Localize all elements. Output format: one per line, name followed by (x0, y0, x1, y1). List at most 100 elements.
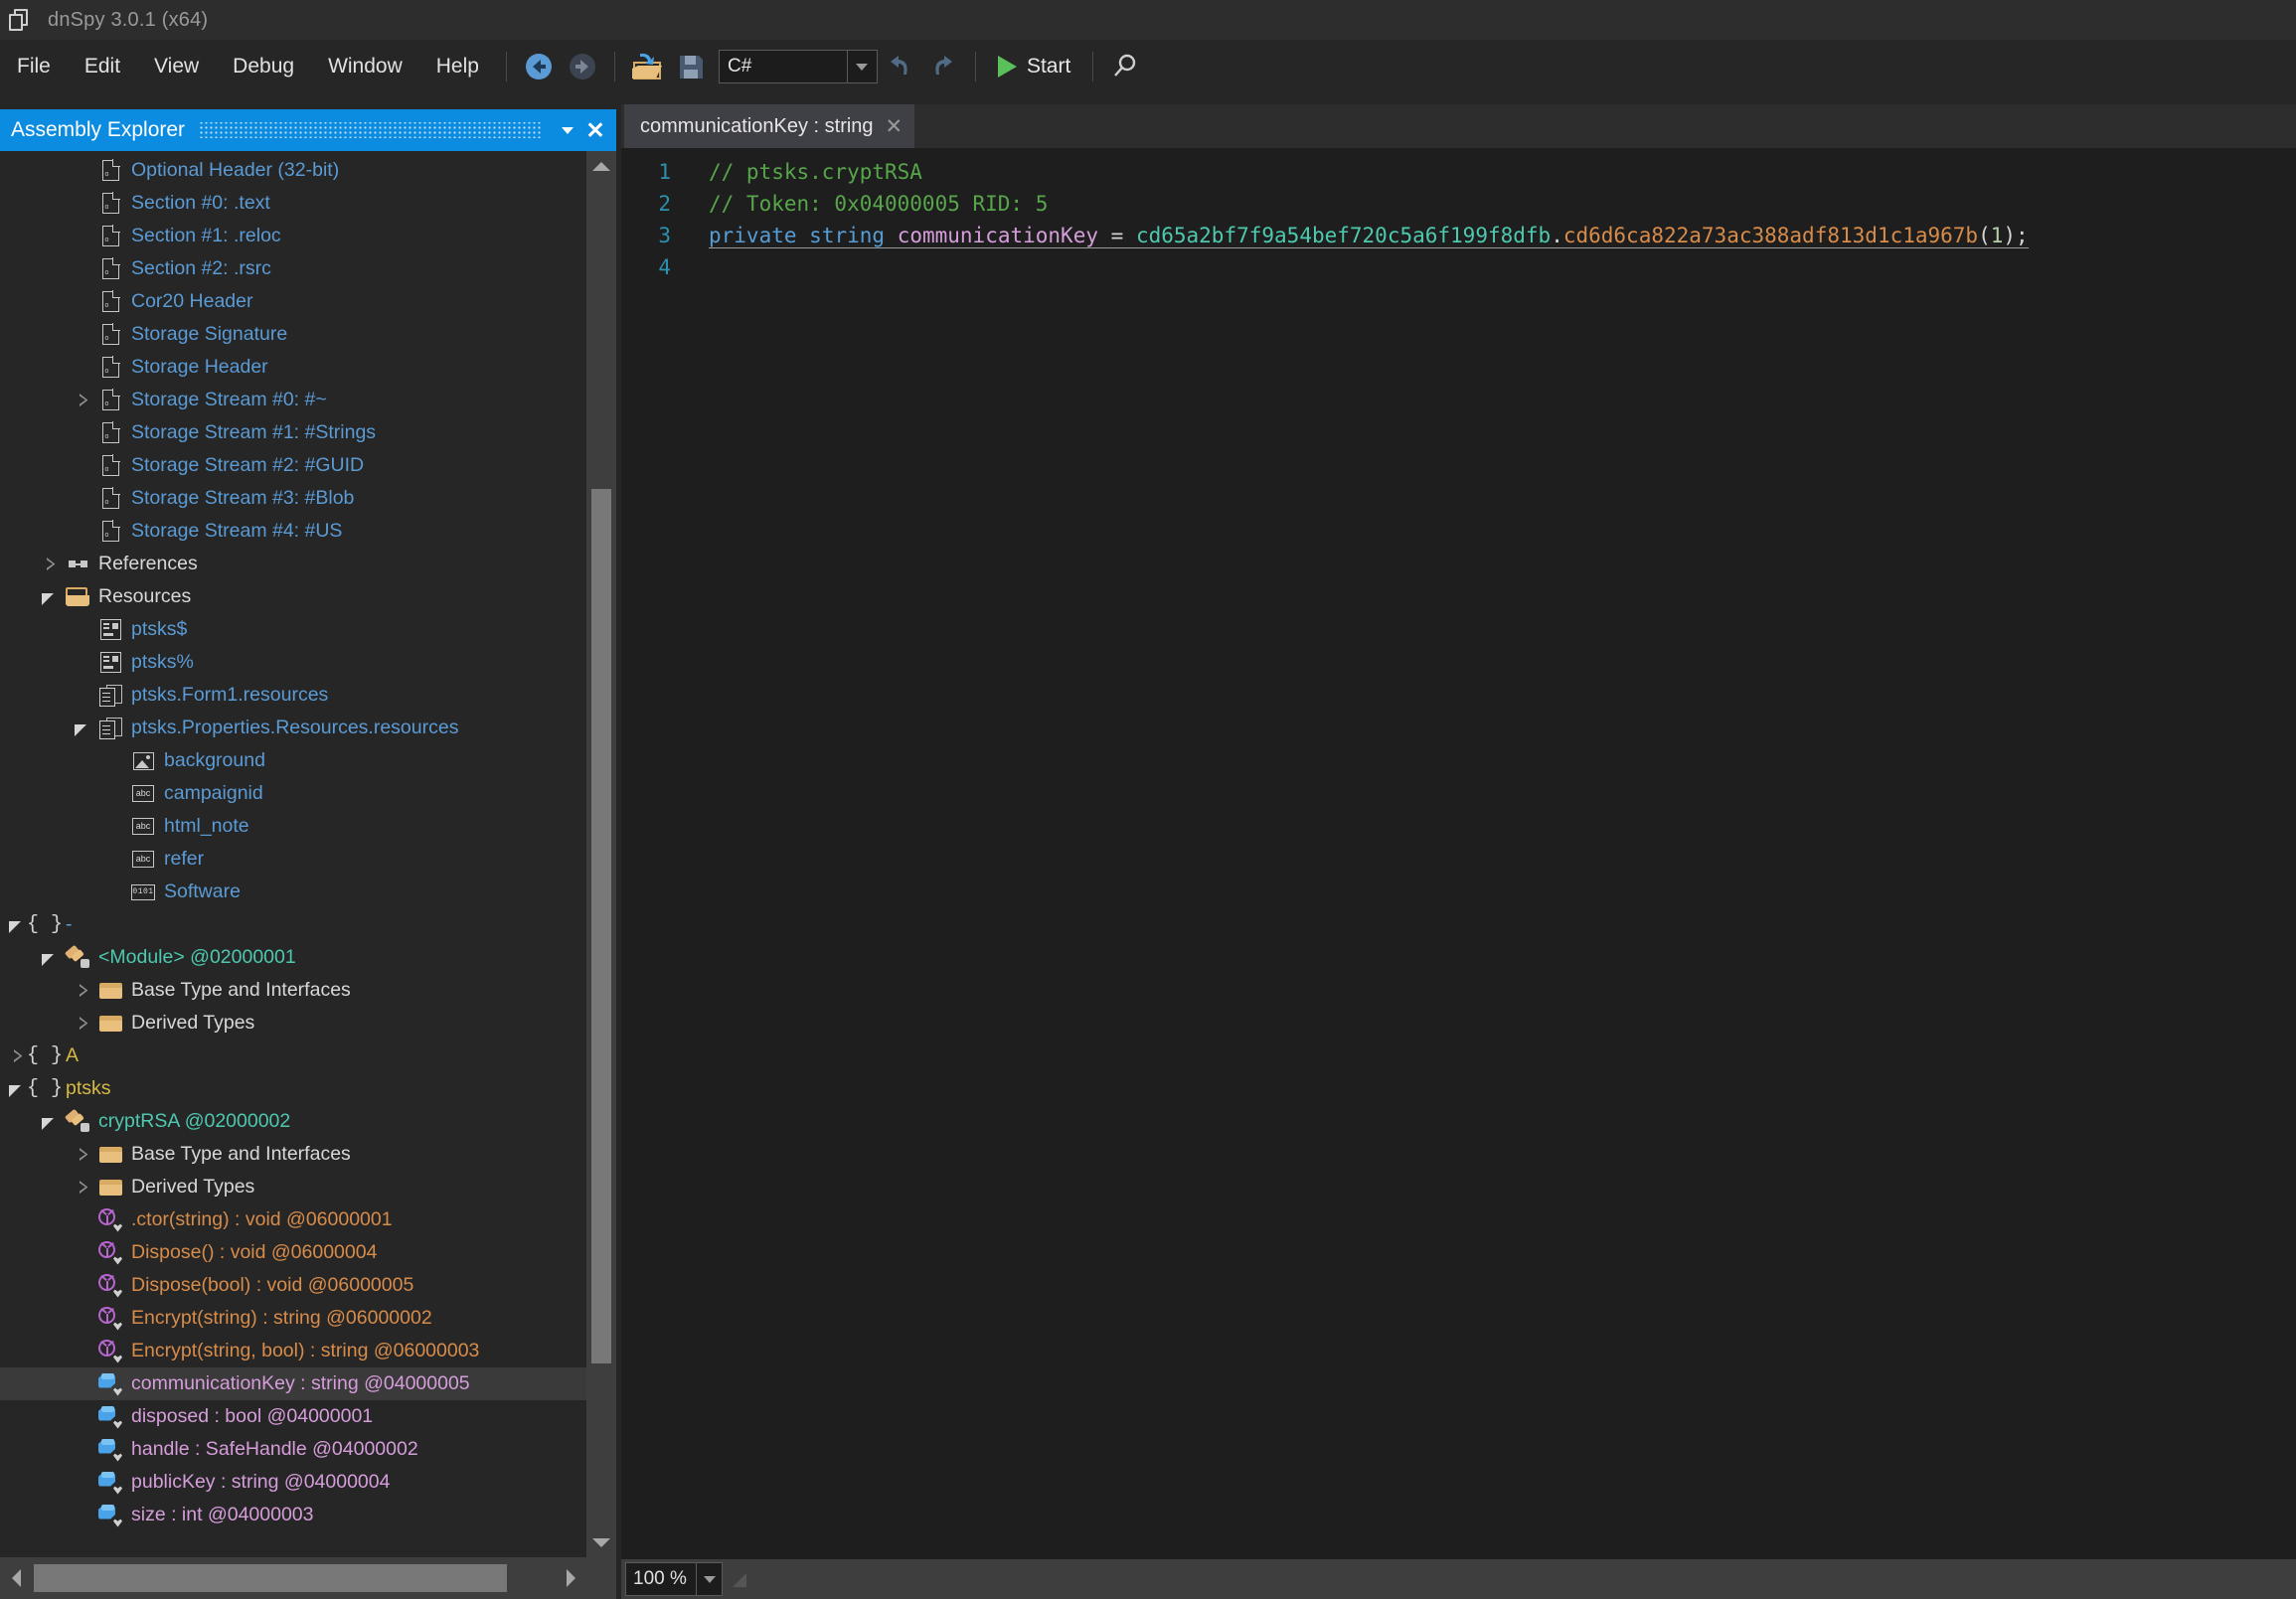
menu-item-edit[interactable]: Edit (68, 49, 137, 84)
tree-item[interactable]: Derived Types (0, 1171, 616, 1203)
field-icon (97, 1504, 123, 1527)
tree-item[interactable]: o Storage Header (0, 351, 616, 384)
tree-expander[interactable] (72, 1017, 95, 1031)
tree-item[interactable]: o Storage Stream #2: #GUID (0, 449, 616, 482)
chevron-right-icon[interactable] (80, 394, 88, 407)
tree-item[interactable]: ptsks% (0, 646, 616, 679)
menu-item-window[interactable]: Window (311, 49, 419, 84)
obfuscated-type[interactable]: cd65a2bf7f9a54bef720c5a6f199f8dfb (1135, 224, 1552, 248)
menu-item-help[interactable]: Help (419, 49, 496, 84)
redo-button[interactable] (921, 47, 965, 86)
open-button[interactable] (625, 47, 669, 86)
start-button[interactable]: Start (986, 51, 1082, 82)
tree-item[interactable]: o Optional Header (32-bit) (0, 154, 616, 187)
tree-item-icon: 0101 (128, 883, 158, 900)
chevron-right-icon[interactable] (47, 558, 56, 571)
tree-item[interactable]: Dispose() : void @06000004 (0, 1236, 616, 1269)
menu-item-file[interactable]: File (0, 49, 68, 84)
tree-item[interactable]: References (0, 548, 616, 580)
tree-item[interactable]: communicationKey : string @04000005 (0, 1367, 616, 1400)
tree-expander[interactable] (72, 1181, 95, 1195)
chevron-right-icon[interactable] (80, 1181, 88, 1195)
tree-item[interactable]: Derived Types (0, 1007, 616, 1039)
menu-item-view[interactable]: View (137, 49, 216, 84)
tree-item[interactable]: 0101 Software (0, 876, 616, 908)
tree-item[interactable]: o Storage Stream #3: #Blob (0, 482, 616, 515)
tree-item[interactable]: o Section #2: .rsrc (0, 252, 616, 285)
obfuscated-method[interactable]: cd6d6ca822a73ac388adf813d1c1a967b (1562, 224, 1979, 248)
tree-vscroll-thumb[interactable] (591, 489, 611, 1363)
tree-item[interactable]: Base Type and Interfaces (0, 1138, 616, 1171)
code-view[interactable]: 1 // ptsks.cryptRSA 2 // Token: 0x040000… (621, 148, 2296, 1558)
tab-communication-key[interactable]: communicationKey : string ✕ (624, 104, 915, 148)
panel-close-button[interactable]: ✕ (580, 118, 610, 142)
tree-hscroll-thumb[interactable] (34, 1564, 507, 1592)
tree-item[interactable]: .ctor(string) : void @06000001 (0, 1203, 616, 1236)
tree-expander[interactable] (72, 984, 95, 998)
tree-item[interactable]: size : int @04000003 (0, 1499, 616, 1531)
tree-item[interactable]: cryptRSA @02000002 (0, 1105, 616, 1138)
tree-item-label: Storage Stream #2: #GUID (131, 454, 365, 476)
tree-item[interactable]: disposed : bool @04000001 (0, 1400, 616, 1433)
language-combo[interactable]: C# (718, 50, 878, 83)
tree-item[interactable]: publicKey : string @04000004 (0, 1466, 616, 1499)
menu-toolbar: File Edit View Debug Window Help C# Star… (0, 40, 2296, 93)
forward-button[interactable] (561, 47, 604, 86)
back-button[interactable] (517, 47, 561, 86)
tree-item[interactable]: abc html_note (0, 810, 616, 843)
app-icon (8, 7, 34, 33)
chevron-right-icon[interactable] (80, 984, 88, 998)
tree-item[interactable]: abc refer (0, 843, 616, 876)
zoom-combo-button[interactable] (696, 1563, 722, 1595)
tree-item[interactable]: Encrypt(string, bool) : string @06000003 (0, 1335, 616, 1367)
tree-expander[interactable] (72, 1148, 95, 1162)
chevron-right-icon[interactable] (80, 1017, 88, 1031)
assembly-tree-scroll[interactable]: o Optional Header (32-bit) o Section #0: .t… (0, 151, 616, 1557)
menu-item-debug[interactable]: Debug (216, 49, 311, 84)
tree-item[interactable]: Dispose(bool) : void @06000005 (0, 1269, 616, 1302)
tree-horizontal-scrollbar[interactable] (0, 1557, 616, 1599)
chevron-right-icon[interactable] (14, 1049, 23, 1063)
tree-item-label: Derived Types (131, 1012, 255, 1034)
tree-item[interactable]: { } A (0, 1039, 616, 1072)
zoom-combo[interactable]: 100 % (625, 1562, 723, 1596)
panel-menu-button[interactable] (555, 126, 580, 134)
tree-item[interactable]: { } ptsks (0, 1072, 616, 1105)
tree-item[interactable]: o Storage Signature (0, 318, 616, 351)
scrollbar-corner (586, 1557, 616, 1599)
resize-grip[interactable] (733, 1573, 746, 1587)
tree-item[interactable]: <Module> @02000001 (0, 941, 616, 974)
undo-button[interactable] (878, 47, 921, 86)
chevron-right-icon[interactable] (80, 1148, 88, 1162)
tree-item[interactable]: o Storage Stream #0: #~ (0, 384, 616, 416)
tree-item[interactable]: o Storage Stream #4: #US (0, 515, 616, 548)
scroll-down-icon[interactable] (586, 1527, 616, 1557)
tree-item[interactable]: o Section #1: .reloc (0, 220, 616, 252)
tree-item[interactable]: ptsks$ (0, 613, 616, 646)
tree-item[interactable]: ptsks.Form1.resources (0, 679, 616, 712)
tree-item[interactable]: ptsks.Properties.Resources.resources (0, 712, 616, 744)
language-combo-button[interactable] (846, 51, 877, 82)
tree-item[interactable]: { } - (0, 908, 616, 941)
close-icon[interactable]: ✕ (886, 116, 903, 137)
scroll-up-icon[interactable] (586, 151, 616, 181)
search-button[interactable] (1103, 47, 1147, 86)
tree-item[interactable]: Encrypt(string) : string @06000002 (0, 1302, 616, 1335)
tree-item[interactable]: Resources (0, 580, 616, 613)
tree-item[interactable]: o Section #0: .text (0, 187, 616, 220)
scroll-left-icon[interactable] (0, 1557, 32, 1599)
tree-item[interactable]: abc campaignid (0, 777, 616, 810)
tree-item[interactable]: o Cor20 Header (0, 285, 616, 318)
tree-vertical-scrollbar[interactable] (586, 151, 616, 1557)
scroll-right-icon[interactable] (555, 1557, 586, 1599)
tree-expander[interactable] (39, 558, 63, 571)
panel-drag-grip[interactable] (199, 122, 541, 138)
tree-item[interactable]: Base Type and Interfaces (0, 974, 616, 1007)
tree-expander[interactable] (72, 394, 95, 407)
save-button[interactable] (669, 47, 713, 86)
tree-item[interactable]: background (0, 744, 616, 777)
tree-item[interactable]: handle : SafeHandle @04000002 (0, 1433, 616, 1466)
tree-item-label: Software (164, 880, 241, 902)
tree-item-label: Storage Stream #1: #Strings (131, 421, 377, 443)
tree-item[interactable]: o Storage Stream #1: #Strings (0, 416, 616, 449)
